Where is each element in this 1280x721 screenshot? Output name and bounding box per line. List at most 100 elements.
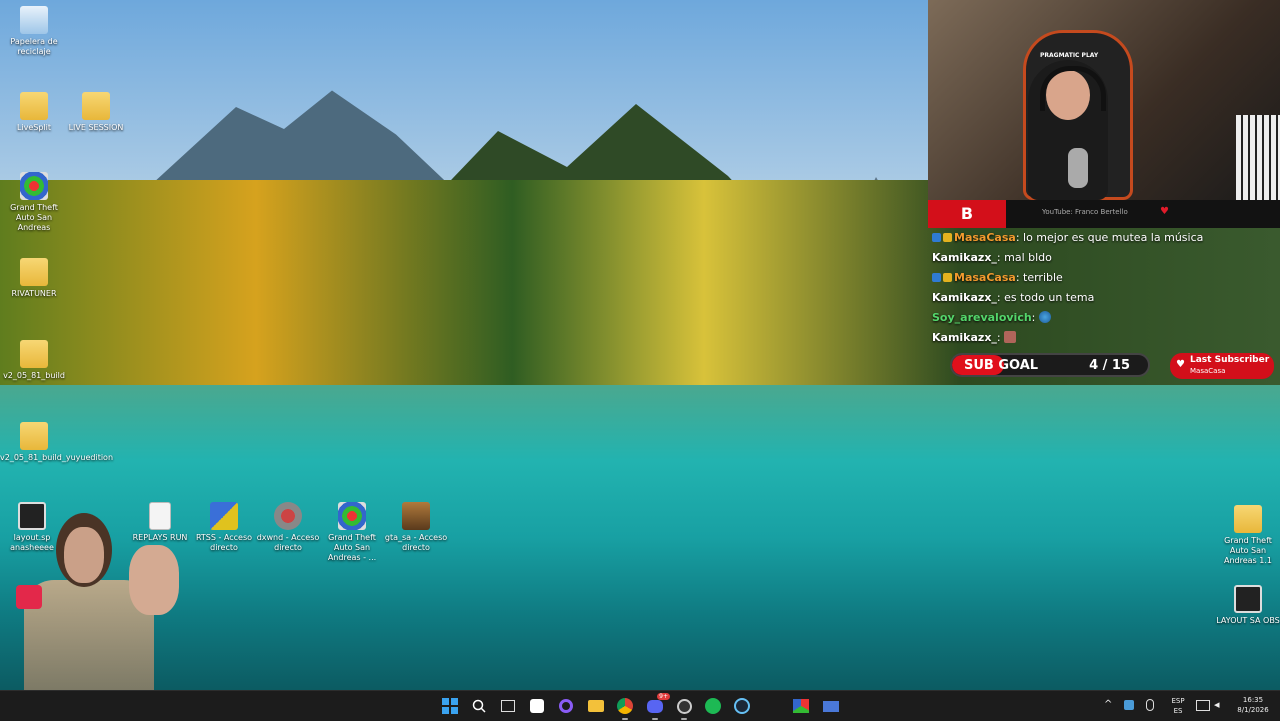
gta-icon [402, 502, 430, 530]
desktop-icon-recycle-bin[interactable]: Papelera de reciclaje [0, 6, 68, 57]
steam-glyph [734, 698, 750, 714]
desktop-icon-rtss[interactable]: RTSS - Acceso directo [190, 502, 258, 553]
microphone-icon[interactable] [1146, 699, 1154, 711]
desktop-icon-label: LIVE SESSION [68, 123, 124, 132]
desktop-icon-label: LiveSplit [16, 123, 52, 132]
character-face [64, 527, 104, 583]
chat-message: Kamikazx_: [928, 330, 1280, 350]
last-subscriber-name: MasaCasa [1190, 367, 1226, 375]
file-explorer-icon[interactable] [586, 696, 606, 716]
chat-username: MasaCasa [954, 231, 1016, 244]
folder-icon [20, 340, 48, 368]
youtube-channel-text: YouTube: Franco Bertello [1042, 208, 1128, 216]
rtss-icon [210, 502, 238, 530]
sub-badge-icon [943, 233, 952, 242]
stream-overlay-bar: B YouTube: Franco Bertello ♥ [928, 200, 1280, 228]
desktop-icon-label: gta_sa - Acceso directo [384, 533, 448, 552]
display-glyph [1196, 700, 1210, 711]
character-hand [129, 545, 179, 615]
monitor-glyph [823, 700, 839, 712]
chat-message: MasaCasa: terrible [928, 270, 1280, 290]
obs-icon [1234, 585, 1262, 613]
desktop-icon-label: LAYOUT SA OBS [1216, 616, 1280, 625]
task-view-glyph [501, 700, 515, 712]
desktop-icon-gta-sa-11[interactable]: Grand Theft Auto San Andreas 1.1 [1214, 505, 1280, 566]
last-subscriber-widget: ♥ Last Subscriber MasaCasa [1170, 353, 1274, 379]
chat-text: : mal bldo [996, 251, 1052, 264]
store-glyph [530, 699, 544, 713]
rockstar-launcher-icon[interactable] [791, 696, 811, 716]
folder-icon [20, 92, 48, 120]
rockstar-glyph [793, 699, 809, 713]
clock[interactable]: 16:35 8/1/2026 [1230, 695, 1276, 715]
chair-brand: PRAGMATIC PLAY [1040, 52, 1099, 59]
chrome-glyph [617, 698, 633, 714]
network-app-glyph [1124, 700, 1134, 710]
chat-username: Kamikazx_ [932, 291, 997, 304]
stream-chat: MasaCasa: lo mejor es que mutea la músic… [928, 230, 1280, 350]
desktop-icon-layout-sa-obs[interactable]: LAYOUT SA OBS [1214, 585, 1280, 626]
windows-start-icon[interactable] [440, 696, 460, 716]
heart-icon: ♥ [1160, 206, 1169, 217]
keyboard-instrument [1236, 115, 1280, 200]
cortana-icon[interactable] [556, 696, 576, 716]
desktop-icon-dxwnd[interactable]: dxwnd - Acceso directo [254, 502, 322, 553]
discord-glyph [647, 699, 663, 713]
speaker-icon[interactable]: ◂ [1214, 698, 1220, 711]
language-bottom: ES [1173, 707, 1183, 715]
chrome-icon[interactable] [615, 696, 635, 720]
desktop-icon-label: dxwnd - Acceso directo [256, 533, 320, 552]
desktop-icon-gta-sa[interactable]: Grand Theft Auto San Andreas [0, 172, 68, 233]
folder-icon [82, 92, 110, 120]
desktop-icon-label: RTSS - Acceso directo [195, 533, 253, 552]
obs-studio-icon[interactable] [674, 696, 694, 720]
chat-text: : [996, 331, 1001, 344]
prime-badge-icon [932, 273, 941, 282]
recycle-bin-icon [20, 6, 48, 34]
search-icon[interactable] [469, 696, 489, 716]
desktop-icon-label: RIVATUNER [11, 289, 57, 298]
desktop-icon-label: v2_05_81_build_yuyuedition [0, 453, 114, 462]
spotify-glyph [705, 698, 721, 714]
globe-emote-icon [1039, 311, 1052, 323]
store-icon[interactable] [527, 696, 547, 716]
prime-badge-icon [932, 233, 941, 242]
chat-message: MasaCasa: lo mejor es que mutea la músic… [928, 230, 1280, 250]
desktop-icon-gta-sa-shortcut[interactable]: gta_sa - Acceso directo [382, 502, 450, 553]
microphone-glyph [1146, 699, 1154, 711]
microphone [1068, 148, 1088, 188]
desktop-icon-label: Grand Theft Auto San Andreas [10, 203, 58, 232]
chat-text: : [1031, 311, 1036, 324]
chat-username: Kamikazx_ [932, 251, 997, 264]
desktop-icon-rivatuner[interactable]: RIVATUNER [0, 258, 68, 299]
monitor-app-icon[interactable] [821, 696, 841, 716]
steam-icon[interactable] [732, 696, 752, 716]
desktop-icon-build-yuyu[interactable]: v2_05_81_build_yuyuedition [0, 422, 113, 463]
desktop-icon-build[interactable]: v2_05_81_build [0, 340, 68, 381]
desktop-icon-label: Grand Theft Auto San Andreas 1.1 [1224, 536, 1272, 565]
chat-message: Kamikazx_: mal bldo [928, 250, 1280, 270]
tray-chevron-up-icon[interactable]: ^ [1104, 699, 1112, 710]
sub-badge-icon [943, 273, 952, 282]
spotify-icon[interactable] [703, 696, 723, 716]
language-indicator[interactable]: ESP ES [1166, 696, 1190, 716]
chat-username: Kamikazx_ [932, 331, 997, 344]
sub-goal-count: 4 / 15 [1089, 358, 1130, 373]
folder-icon [20, 422, 48, 450]
last-subscriber-title: Last Subscriber [1190, 355, 1270, 365]
desktop-icon-label: v2_05_81_build [3, 371, 65, 380]
clock-time: 16:35 [1242, 696, 1264, 704]
face-emote-icon [1004, 331, 1017, 343]
network-app-icon[interactable] [1124, 700, 1134, 710]
clock-date: 8/1/2026 [1237, 706, 1269, 714]
display-icon[interactable] [1196, 700, 1210, 711]
discord-badge: 9+ [657, 693, 670, 700]
task-view-icon[interactable] [498, 696, 518, 716]
app-icon [338, 502, 366, 530]
heart-icon: ♥ [1176, 359, 1185, 370]
desktop-icon-livesplit[interactable]: LiveSplit [0, 92, 68, 133]
desktop-icon-gta-sa-2[interactable]: Grand Theft Auto San Andreas - ... [318, 502, 386, 563]
discord-icon[interactable]: 9+ [645, 693, 670, 720]
desktop-icon-live-session[interactable]: LIVE SESSION [62, 92, 130, 133]
app-icon [20, 172, 48, 200]
